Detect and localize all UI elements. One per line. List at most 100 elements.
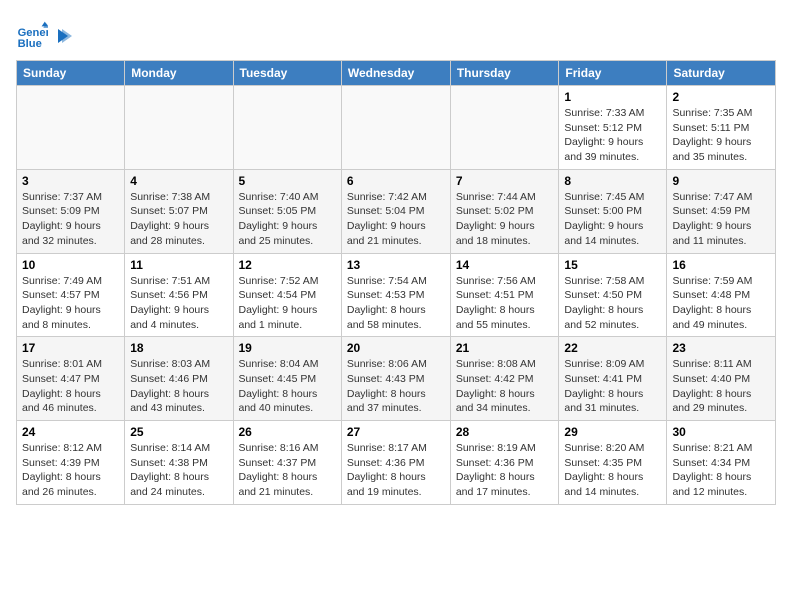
logo: General Blue (16, 20, 72, 52)
week-row-1: 1 Sunrise: 7:33 AM Sunset: 5:12 PM Daylig… (17, 86, 776, 170)
header-friday: Friday (559, 61, 667, 86)
day-info: Sunrise: 7:35 AM Sunset: 5:11 PM Dayligh… (672, 106, 770, 165)
day-number: 12 (239, 258, 336, 272)
svg-text:Blue: Blue (18, 38, 42, 50)
day-info: Sunrise: 8:21 AM Sunset: 4:34 PM Dayligh… (672, 441, 770, 500)
week-row-3: 10Sunrise: 7:49 AM Sunset: 4:57 PM Dayli… (17, 253, 776, 337)
day-info: Sunrise: 8:04 AM Sunset: 4:45 PM Dayligh… (239, 357, 336, 416)
calendar-cell: 29 Sunrise: 8:20 AM Sunset: 4:35 PM Dayli… (559, 421, 667, 505)
calendar-cell: 20 Sunrise: 8:06 AM Sunset: 4:43 PM Dayli… (341, 337, 450, 421)
calendar-cell: 2 Sunrise: 7:35 AM Sunset: 5:11 PM Daylig… (667, 86, 776, 170)
day-info: Sunrise: 7:37 AM Sunset: 5:09 PM Dayligh… (22, 190, 119, 249)
day-number: 9 (672, 174, 770, 188)
calendar-cell: 23 Sunrise: 8:11 AM Sunset: 4:40 PM Dayli… (667, 337, 776, 421)
calendar-cell (341, 86, 450, 170)
day-number: 4 (130, 174, 227, 188)
day-number: 26 (239, 425, 336, 439)
day-number: 23 (672, 341, 770, 355)
day-number: 7 (456, 174, 554, 188)
day-number: 30 (672, 425, 770, 439)
calendar-cell: 3 Sunrise: 7:37 AM Sunset: 5:09 PM Daylig… (17, 169, 125, 253)
header-wednesday: Wednesday (341, 61, 450, 86)
day-info: Sunrise: 8:03 AM Sunset: 4:46 PM Dayligh… (130, 357, 227, 416)
calendar-cell: 5 Sunrise: 7:40 AM Sunset: 5:05 PM Daylig… (233, 169, 341, 253)
calendar-cell: 10Sunrise: 7:49 AM Sunset: 4:57 PM Dayli… (17, 253, 125, 337)
day-info: Sunrise: 8:06 AM Sunset: 4:43 PM Dayligh… (347, 357, 445, 416)
calendar-header: SundayMondayTuesdayWednesdayThursdayFrid… (17, 61, 776, 86)
day-number: 8 (564, 174, 661, 188)
calendar: SundayMondayTuesdayWednesdayThursdayFrid… (16, 60, 776, 505)
week-row-5: 24 Sunrise: 8:12 AM Sunset: 4:39 PM Dayli… (17, 421, 776, 505)
day-number: 3 (22, 174, 119, 188)
calendar-cell (450, 86, 559, 170)
day-info: Sunrise: 7:58 AM Sunset: 4:50 PM Dayligh… (564, 274, 661, 333)
calendar-cell: 1 Sunrise: 7:33 AM Sunset: 5:12 PM Daylig… (559, 86, 667, 170)
calendar-cell: 11 Sunrise: 7:51 AM Sunset: 4:56 PM Dayli… (125, 253, 233, 337)
calendar-cell (17, 86, 125, 170)
day-number: 5 (239, 174, 336, 188)
calendar-cell: 12 Sunrise: 7:52 AM Sunset: 4:54 PM Dayli… (233, 253, 341, 337)
header-monday: Monday (125, 61, 233, 86)
day-number: 18 (130, 341, 227, 355)
calendar-cell: 6 Sunrise: 7:42 AM Sunset: 5:04 PM Daylig… (341, 169, 450, 253)
day-number: 28 (456, 425, 554, 439)
calendar-cell: 16Sunrise: 7:59 AM Sunset: 4:48 PM Dayli… (667, 253, 776, 337)
day-number: 22 (564, 341, 661, 355)
calendar-cell (233, 86, 341, 170)
calendar-cell: 28Sunrise: 8:19 AM Sunset: 4:36 PM Dayli… (450, 421, 559, 505)
calendar-cell: 4 Sunrise: 7:38 AM Sunset: 5:07 PM Daylig… (125, 169, 233, 253)
day-info: Sunrise: 7:54 AM Sunset: 4:53 PM Dayligh… (347, 274, 445, 333)
day-info: Sunrise: 7:52 AM Sunset: 4:54 PM Dayligh… (239, 274, 336, 333)
day-info: Sunrise: 8:14 AM Sunset: 4:38 PM Dayligh… (130, 441, 227, 500)
day-number: 11 (130, 258, 227, 272)
day-info: Sunrise: 8:01 AM Sunset: 4:47 PM Dayligh… (22, 357, 119, 416)
day-info: Sunrise: 8:12 AM Sunset: 4:39 PM Dayligh… (22, 441, 119, 500)
day-number: 24 (22, 425, 119, 439)
day-number: 21 (456, 341, 554, 355)
calendar-cell: 30 Sunrise: 8:21 AM Sunset: 4:34 PM Dayli… (667, 421, 776, 505)
calendar-cell: 15 Sunrise: 7:58 AM Sunset: 4:50 PM Dayli… (559, 253, 667, 337)
day-number: 2 (672, 90, 770, 104)
day-number: 16 (672, 258, 770, 272)
day-number: 29 (564, 425, 661, 439)
day-info: Sunrise: 8:11 AM Sunset: 4:40 PM Dayligh… (672, 357, 770, 416)
day-number: 6 (347, 174, 445, 188)
page-header: General Blue (16, 16, 776, 52)
calendar-cell: 27 Sunrise: 8:17 AM Sunset: 4:36 PM Dayli… (341, 421, 450, 505)
calendar-cell: 14Sunrise: 7:56 AM Sunset: 4:51 PM Dayli… (450, 253, 559, 337)
day-info: Sunrise: 7:38 AM Sunset: 5:07 PM Dayligh… (130, 190, 227, 249)
calendar-cell: 24 Sunrise: 8:12 AM Sunset: 4:39 PM Dayli… (17, 421, 125, 505)
day-number: 20 (347, 341, 445, 355)
day-info: Sunrise: 8:08 AM Sunset: 4:42 PM Dayligh… (456, 357, 554, 416)
day-info: Sunrise: 8:16 AM Sunset: 4:37 PM Dayligh… (239, 441, 336, 500)
calendar-cell (125, 86, 233, 170)
logo-arrow-icon (54, 27, 72, 45)
day-number: 27 (347, 425, 445, 439)
day-info: Sunrise: 7:45 AM Sunset: 5:00 PM Dayligh… (564, 190, 661, 249)
day-info: Sunrise: 7:47 AM Sunset: 4:59 PM Dayligh… (672, 190, 770, 249)
day-number: 13 (347, 258, 445, 272)
day-number: 15 (564, 258, 661, 272)
day-info: Sunrise: 7:33 AM Sunset: 5:12 PM Dayligh… (564, 106, 661, 165)
day-info: Sunrise: 7:42 AM Sunset: 5:04 PM Dayligh… (347, 190, 445, 249)
day-number: 17 (22, 341, 119, 355)
svg-text:General: General (18, 27, 48, 39)
day-info: Sunrise: 8:17 AM Sunset: 4:36 PM Dayligh… (347, 441, 445, 500)
day-number: 14 (456, 258, 554, 272)
header-tuesday: Tuesday (233, 61, 341, 86)
day-info: Sunrise: 8:09 AM Sunset: 4:41 PM Dayligh… (564, 357, 661, 416)
calendar-body: 1 Sunrise: 7:33 AM Sunset: 5:12 PM Daylig… (17, 86, 776, 505)
day-info: Sunrise: 7:40 AM Sunset: 5:05 PM Dayligh… (239, 190, 336, 249)
calendar-cell: 26 Sunrise: 8:16 AM Sunset: 4:37 PM Dayli… (233, 421, 341, 505)
day-info: Sunrise: 7:51 AM Sunset: 4:56 PM Dayligh… (130, 274, 227, 333)
header-sunday: Sunday (17, 61, 125, 86)
day-number: 10 (22, 258, 119, 272)
day-info: Sunrise: 7:44 AM Sunset: 5:02 PM Dayligh… (456, 190, 554, 249)
calendar-cell: 25Sunrise: 8:14 AM Sunset: 4:38 PM Dayli… (125, 421, 233, 505)
calendar-cell: 22 Sunrise: 8:09 AM Sunset: 4:41 PM Dayli… (559, 337, 667, 421)
day-info: Sunrise: 8:20 AM Sunset: 4:35 PM Dayligh… (564, 441, 661, 500)
calendar-cell: 18 Sunrise: 8:03 AM Sunset: 4:46 PM Dayli… (125, 337, 233, 421)
day-number: 1 (564, 90, 661, 104)
day-number: 19 (239, 341, 336, 355)
week-row-4: 17 Sunrise: 8:01 AM Sunset: 4:47 PM Dayli… (17, 337, 776, 421)
